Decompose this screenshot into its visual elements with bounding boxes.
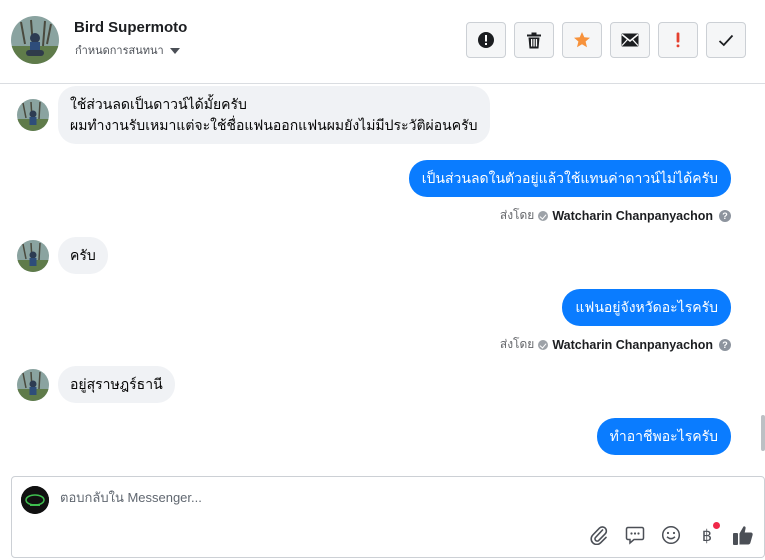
thread-scrollbar[interactable]	[761, 415, 765, 451]
stage-label: กำหนดการสนทนา	[75, 45, 164, 57]
header-actions	[466, 22, 746, 58]
contact-avatar-small[interactable]	[17, 368, 49, 401]
outgoing-message-bubble[interactable]: เป็นส่วนลดในตัวอยู่แล้วใช้แทนค่าดาวน์ไม่…	[408, 160, 731, 197]
trash-icon	[527, 32, 541, 48]
payment-button[interactable]: ฿	[696, 522, 720, 546]
paperclip-icon	[590, 526, 608, 545]
sent-by-prefix: ส่งโดย	[499, 337, 535, 351]
agent-name: Watcharin Chanpanyachon	[552, 208, 713, 223]
verified-check-icon	[538, 210, 549, 221]
like-button[interactable]	[732, 524, 754, 546]
contact-avatar-small[interactable]	[17, 99, 49, 131]
thumbs-up-icon	[733, 526, 753, 545]
conversation-stage-dropdown[interactable]: กำหนดการสนทนา	[75, 41, 180, 59]
saved-replies-button[interactable]	[624, 524, 646, 546]
spam-button[interactable]	[466, 22, 506, 58]
message-text: ใช้ส่วนลดเป็นดาวน์ได้มั้ยครับ	[70, 96, 247, 112]
incoming-message-bubble[interactable]: อยู่สุราษฎร์ธานี	[58, 366, 175, 403]
message-text: อยู่สุราษฎร์ธานี	[70, 376, 163, 392]
agent-name: Watcharin Chanpanyachon	[552, 337, 713, 352]
mark-unread-button[interactable]	[610, 22, 650, 58]
sent-by-label: ส่งโดย Watcharin Chanpanyachon ?	[500, 335, 731, 354]
contact-avatar-small[interactable]	[17, 239, 49, 272]
message-text: ครับ	[70, 247, 96, 263]
incoming-message-row: อยู่สุราษฎร์ธานี	[17, 366, 175, 403]
reply-composer: ฿	[11, 476, 765, 558]
page-avatar	[21, 486, 49, 514]
outgoing-message-bubble[interactable]: ทำอาชีพอะไรครับ	[596, 418, 731, 455]
incoming-message-row: ครับ	[17, 237, 108, 274]
mark-done-button[interactable]	[706, 22, 746, 58]
envelope-icon	[621, 33, 639, 47]
incoming-message-bubble[interactable]: ครับ	[58, 237, 108, 274]
sent-by-prefix: ส่งโดย	[499, 208, 535, 222]
emoji-button[interactable]	[660, 524, 682, 546]
message-text: ผมทำงานรับเหมาแต่จะใช้ชื่อแฟนออกแฟนผมยัง…	[70, 117, 478, 133]
help-icon[interactable]: ?	[719, 338, 731, 351]
follow-up-button[interactable]	[658, 22, 698, 58]
composer-toolbar: ฿	[588, 522, 754, 546]
help-icon[interactable]: ?	[719, 209, 731, 222]
caret-down-icon	[169, 47, 180, 54]
baht-icon: ฿	[701, 525, 713, 545]
delete-button[interactable]	[514, 22, 554, 58]
reply-input[interactable]	[60, 490, 660, 505]
star-button[interactable]	[562, 22, 602, 58]
conversation-header: Bird Supermoto กำหนดการสนทนา	[0, 0, 765, 84]
verified-check-icon	[538, 339, 549, 350]
exclamation-circle-icon	[478, 32, 494, 48]
contact-name[interactable]: Bird Supermoto	[74, 19, 187, 36]
incoming-message-row: ใช้ส่วนลดเป็นดาวน์ได้มั้ยครับ ผมทำงานรับ…	[17, 86, 490, 144]
star-icon	[574, 32, 590, 48]
message-thread[interactable]: ใช้ส่วนลดเป็นดาวน์ได้มั้ยครับ ผมทำงานรับ…	[0, 85, 765, 475]
chat-bubble-icon	[625, 526, 645, 545]
contact-avatar[interactable]	[11, 16, 59, 64]
notification-dot	[713, 522, 720, 529]
check-icon	[718, 34, 734, 46]
sent-by-label: ส่งโดย Watcharin Chanpanyachon ?	[500, 206, 731, 225]
incoming-message-bubble[interactable]: ใช้ส่วนลดเป็นดาวน์ได้มั้ยครับ ผมทำงานรับ…	[58, 86, 490, 144]
outgoing-message-bubble[interactable]: แฟนอยู่จังหวัดอะไรครับ	[562, 289, 731, 326]
smiley-icon	[661, 525, 681, 545]
exclamation-icon	[676, 32, 680, 48]
attach-button[interactable]	[588, 524, 610, 546]
